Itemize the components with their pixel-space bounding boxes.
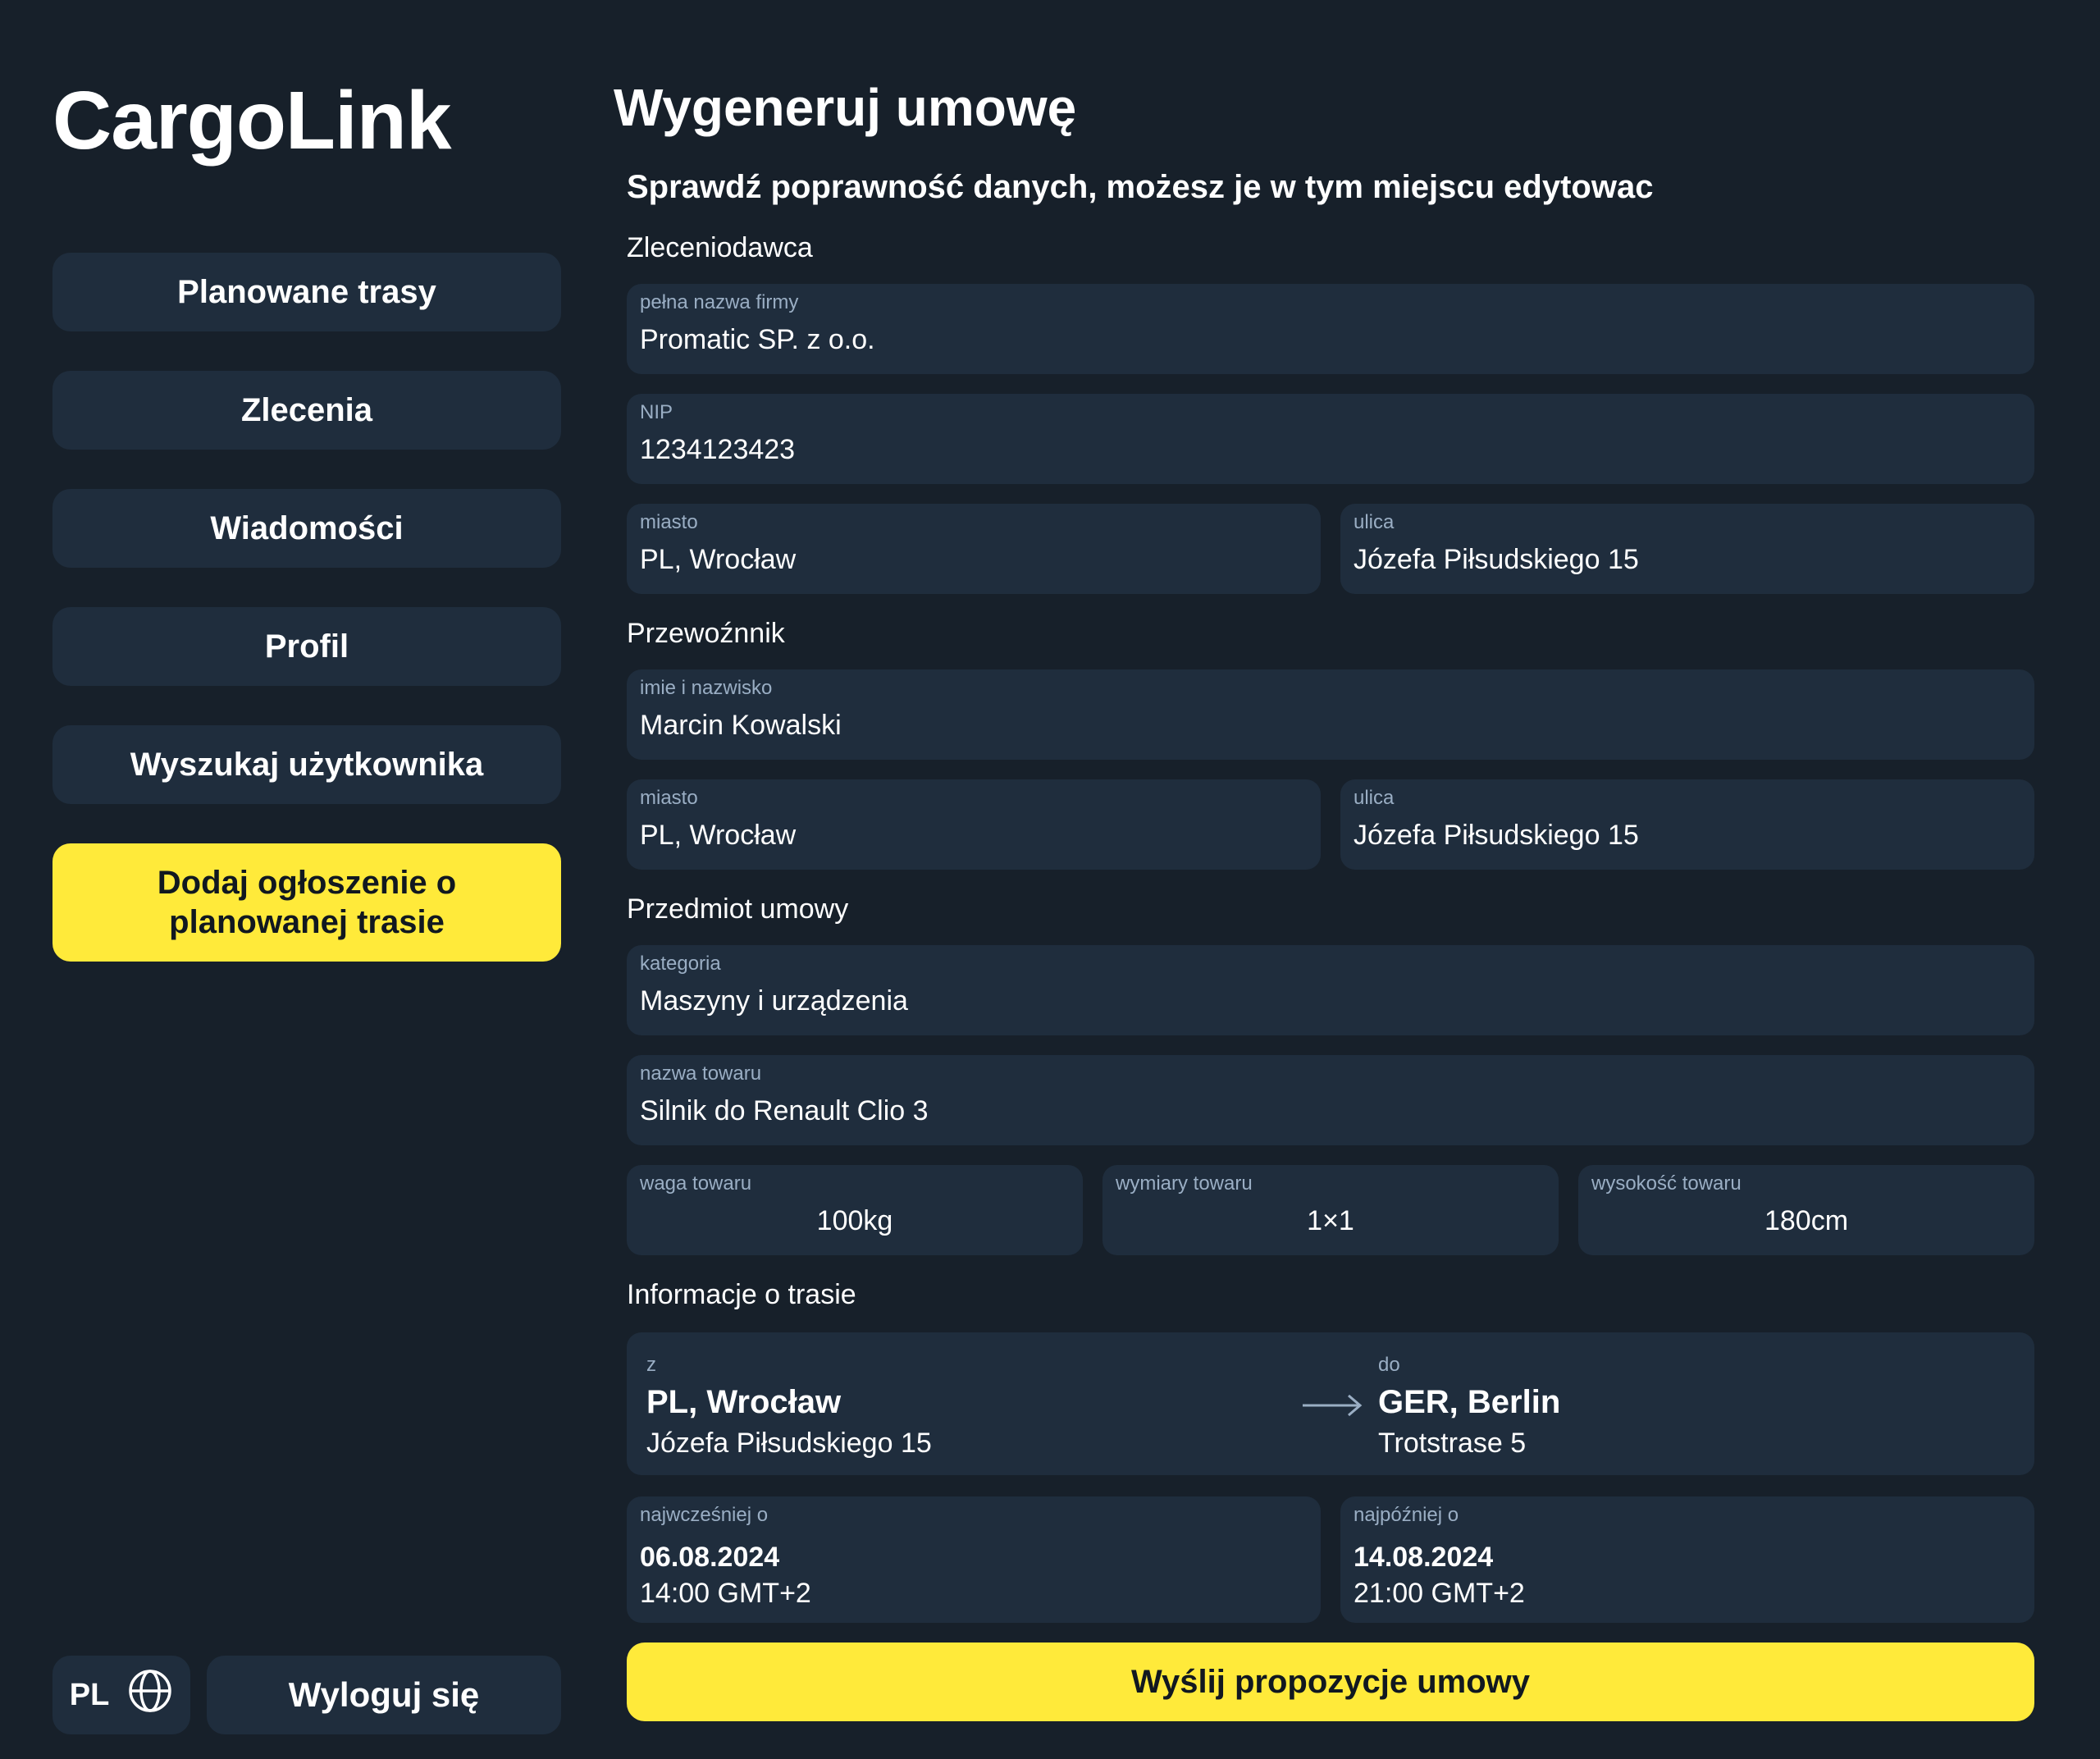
field-value: Silnik do Renault Clio 3 (640, 1094, 929, 1126)
latest-time: 21:00 GMT+2 (1354, 1578, 1525, 1610)
carrier-name-field[interactable]: imie i nazwisko Marcin Kowalski (627, 669, 2034, 760)
client-nip-field[interactable]: NIP 1234123423 (627, 394, 2034, 484)
field-label: imie i nazwisko (640, 677, 773, 699)
field-value: Marcin Kowalski (640, 709, 842, 741)
subject-goods-name-field[interactable]: nazwa towaru Silnik do Renault Clio 3 (627, 1055, 2034, 1145)
subject-dimensions-field[interactable]: wymiary towaru 1×1 (1102, 1165, 1559, 1255)
route-to-label: do (1378, 1354, 1400, 1376)
section-label-carrier: Przewoźnnik (627, 618, 785, 649)
globe-icon (127, 1668, 173, 1722)
client-city-field[interactable]: miasto PL, Wrocław (627, 504, 1321, 594)
field-label: NIP (640, 401, 673, 423)
nav-wyszukaj-uzytkownika[interactable]: Wyszukaj użytkownika (52, 725, 561, 804)
field-value: Józefa Piłsudskiego 15 (1354, 819, 1639, 851)
earliest-time-field[interactable]: najwcześniej o 06.08.2024 14:00 GMT+2 (627, 1496, 1321, 1623)
page-subtitle: Sprawdź poprawność danych, możesz je w t… (627, 169, 1654, 205)
field-value: Promatic SP. z o.o. (640, 323, 875, 355)
route-to: do GER, Berlin Trotstrase 5 (1378, 1352, 1560, 1460)
earliest-date: 06.08.2024 (640, 1541, 780, 1573)
field-label: waga towaru (640, 1172, 752, 1195)
nav-zlecenia[interactable]: Zlecenia (52, 371, 561, 450)
field-label: ulica (1354, 787, 1395, 809)
field-value: PL, Wrocław (640, 819, 797, 851)
page-title: Wygeneruj umowę (614, 78, 1077, 137)
subject-height-field[interactable]: wysokość towaru 180cm (1578, 1165, 2034, 1255)
language-code: PL (69, 1677, 110, 1712)
latest-date: 14.08.2024 (1354, 1541, 1494, 1573)
field-value: Maszyny i urządzenia (640, 985, 908, 1017)
field-label: wymiary towaru (1116, 1172, 1253, 1195)
field-value: 180cm (1764, 1204, 1849, 1236)
field-label: najwcześniej o (640, 1504, 769, 1526)
language-switcher[interactable]: PL (52, 1656, 190, 1734)
field-label: miasto (640, 787, 698, 809)
field-label: ulica (1354, 511, 1395, 533)
field-label: wysokość towaru (1591, 1172, 1742, 1195)
field-value: 1234123423 (640, 433, 796, 465)
earliest-time: 14:00 GMT+2 (640, 1578, 811, 1610)
carrier-city-field[interactable]: miasto PL, Wrocław (627, 779, 1321, 870)
arrow-right-icon (1301, 1393, 1363, 1422)
route-to-city: GER, Berlin (1378, 1384, 1561, 1421)
latest-time-field[interactable]: najpóźniej o 14.08.2024 21:00 GMT+2 (1340, 1496, 2034, 1623)
section-label-route: Informacje o trasie (627, 1279, 856, 1310)
nav-planowane-trasy[interactable]: Planowane trasy (52, 253, 561, 331)
client-company-field[interactable]: pełna nazwa firmy Promatic SP. z o.o. (627, 284, 2034, 374)
carrier-street-field[interactable]: ulica Józefa Piłsudskiego 15 (1340, 779, 2034, 870)
app-root: CargoLink Planowane trasy Zlecenia Wiado… (0, 0, 2100, 1759)
field-value: PL, Wrocław (640, 543, 797, 575)
subject-weight-field[interactable]: waga towaru 100kg (627, 1165, 1083, 1255)
logout-button[interactable]: Wyloguj się (207, 1656, 561, 1734)
nav-profil[interactable]: Profil (52, 607, 561, 686)
field-label: miasto (640, 511, 698, 533)
field-label: nazwa towaru (640, 1062, 762, 1085)
field-label: pełna nazwa firmy (640, 291, 799, 313)
route-from-street: Józefa Piłsudskiego 15 (646, 1428, 932, 1460)
send-contract-proposal-button[interactable]: Wyślij propozycje umowy (627, 1642, 2034, 1721)
field-value: 1×1 (1307, 1204, 1354, 1236)
route-from-label: z (646, 1354, 656, 1376)
route-to-street: Trotstrase 5 (1378, 1428, 1527, 1460)
field-value: 100kg (816, 1204, 893, 1236)
app-logo: CargoLink (52, 75, 451, 167)
field-value: Józefa Piłsudskiego 15 (1354, 543, 1639, 575)
field-label: najpóźniej o (1354, 1504, 1459, 1526)
add-route-announcement-button[interactable]: Dodaj ogłoszenie o planowanej trasie (52, 843, 561, 962)
field-label: kategoria (640, 953, 721, 975)
section-label-subject: Przedmiot umowy (627, 893, 849, 925)
route-from-city: PL, Wrocław (646, 1384, 842, 1421)
route-summary: z PL, Wrocław Józefa Piłsudskiego 15 do … (627, 1332, 2034, 1475)
subject-category-field[interactable]: kategoria Maszyny i urządzenia (627, 945, 2034, 1035)
nav-wiadomosci[interactable]: Wiadomości (52, 489, 561, 568)
section-label-client: Zleceniodawca (627, 232, 813, 263)
route-from: z PL, Wrocław Józefa Piłsudskiego 15 (646, 1352, 932, 1460)
client-street-field[interactable]: ulica Józefa Piłsudskiego 15 (1340, 504, 2034, 594)
